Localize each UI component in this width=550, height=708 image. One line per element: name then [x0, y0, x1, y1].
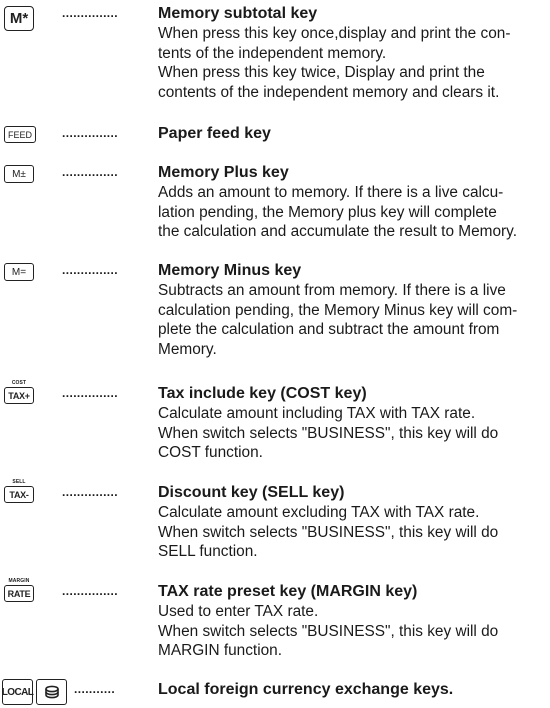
entry-title: Discount key (SELL key): [158, 484, 345, 501]
entry-title: Memory Plus key: [158, 164, 289, 181]
entry-description: Used to enter TAX rate. When switch sele…: [158, 603, 499, 659]
entry-title: Local foreign currency exchange keys.: [158, 681, 454, 698]
entry-title: TAX rate preset key (MARGIN key): [158, 583, 418, 600]
entry-text: Discount key (SELL key) Calculate amount…: [158, 483, 546, 562]
tax-include-key-wrap: COST TAX+: [4, 380, 34, 404]
key-label: M*: [9, 10, 29, 27]
local-key: LOCAL: [1, 679, 34, 705]
key-label: TAX-: [9, 489, 29, 500]
entry-title: Paper feed key: [158, 125, 271, 142]
entry-title: Memory subtotal key: [158, 5, 318, 22]
key-label: LOCAL: [1, 686, 34, 698]
key-column: M=: [4, 263, 34, 281]
key-label: FEED: [7, 129, 32, 140]
entry-text: Local foreign currency exchange keys.: [158, 680, 546, 700]
leader-dots: ...............: [62, 126, 119, 140]
entry-title: Tax include key (COST key): [158, 385, 367, 402]
tax-rate-key: RATE: [4, 585, 34, 602]
entry-title: Memory Minus key: [158, 262, 302, 279]
leader-dots: ...............: [62, 584, 119, 598]
key-top-label: COST: [11, 380, 27, 386]
key-label: RATE: [7, 588, 31, 599]
key-column: SELL TAX-: [4, 479, 34, 503]
coin-stack-icon-svg: [44, 685, 59, 699]
entry-description: When press this key once,display and pri…: [158, 25, 511, 101]
key-label: M=: [11, 266, 27, 278]
discount-key-wrap: SELL TAX-: [4, 479, 34, 503]
key-top-label: SELL: [12, 479, 26, 485]
key-column: FEED: [4, 126, 36, 143]
entry-text: Paper feed key: [158, 124, 546, 144]
leader-dots: ...............: [62, 386, 119, 400]
tax-include-key: TAX+: [4, 387, 34, 404]
entry-text: Memory Plus key Adds an amount to memory…: [158, 163, 546, 242]
discount-key: TAX-: [4, 486, 34, 503]
key-column: M±: [4, 165, 34, 183]
key-label: TAX+: [8, 390, 30, 401]
leader-dots: ...........: [74, 682, 116, 696]
entry-text: Memory subtotal key When press this key …: [158, 4, 546, 102]
entry-description: Calculate amount including TAX with TAX …: [158, 405, 499, 461]
memory-plus-key: M±: [4, 165, 34, 183]
leader-dots: ...............: [62, 6, 119, 20]
entry-description: Calculate amount excluding TAX with TAX …: [158, 504, 499, 560]
leader-dots: ...............: [62, 263, 119, 277]
memory-subtotal-key: M*: [4, 6, 34, 31]
key-label: M±: [12, 168, 26, 180]
key-column: COST TAX+: [4, 380, 34, 404]
coin-stack-icon: [36, 679, 67, 705]
tax-rate-key-wrap: MARGIN RATE: [4, 578, 34, 602]
entry-text: TAX rate preset key (MARGIN key) Used to…: [158, 582, 546, 661]
memory-minus-key: M=: [4, 263, 34, 281]
leader-dots: ...............: [62, 485, 119, 499]
key-column: LOCAL: [2, 679, 67, 705]
entry-description: Subtracts an amount from memory. If ther…: [158, 282, 518, 358]
entry-description: Adds an amount to memory. If there is a …: [158, 184, 518, 240]
entry-text: Tax include key (COST key) Calculate amo…: [158, 384, 546, 463]
entry-text: Memory Minus key Subtracts an amount fro…: [158, 261, 546, 359]
key-top-label: MARGIN: [8, 578, 30, 584]
leader-dots: ...............: [62, 165, 119, 179]
key-column: MARGIN RATE: [4, 578, 34, 602]
paper-feed-key: FEED: [4, 126, 36, 143]
key-column: M*: [4, 6, 34, 31]
